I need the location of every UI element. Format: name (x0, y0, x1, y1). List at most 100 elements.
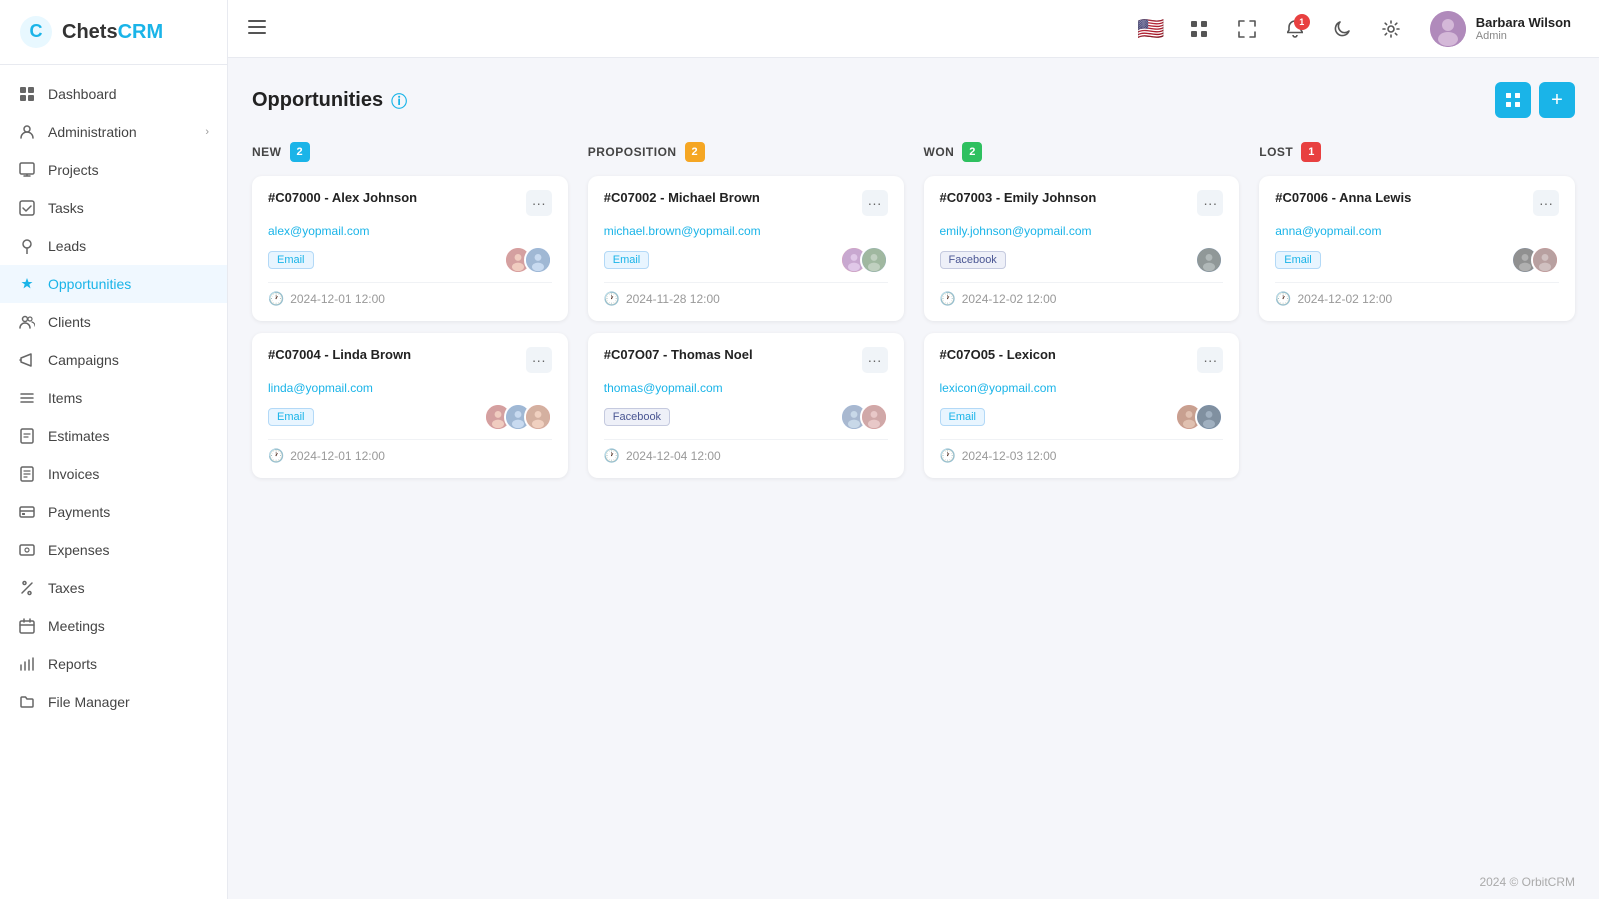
column-new: NEW 2 #C07000 - Alex Johnson ··· alex@yo… (252, 142, 568, 490)
card-menu-button[interactable]: ··· (1197, 190, 1223, 216)
card-tag: Email (604, 251, 650, 269)
column-proposition: PROPOSITION 2 #C07002 - Michael Brown ··… (588, 142, 904, 490)
sidebar: C ChetsCRM Dashboard Administration › Pr… (0, 0, 228, 899)
card-title: #C07006 - Anna Lewis (1275, 190, 1533, 205)
sidebar-item-file-manager-label: File Manager (48, 694, 209, 710)
language-selector[interactable]: 🇺🇸 (1134, 12, 1168, 46)
card-email[interactable]: lexicon@yopmail.com (940, 381, 1224, 395)
opportunity-card-c07005[interactable]: #C07O05 - Lexicon ··· lexicon@yopmail.co… (924, 333, 1240, 478)
card-avatars (1195, 246, 1223, 274)
sidebar-item-dashboard[interactable]: Dashboard (0, 75, 227, 113)
card-email[interactable]: alex@yopmail.com (268, 224, 552, 238)
opportunity-card-c07003[interactable]: #C07003 - Emily Johnson ··· emily.johnso… (924, 176, 1240, 321)
footer: 2024 © OrbitCRM (228, 865, 1599, 899)
sidebar-item-reports[interactable]: Reports (0, 645, 227, 683)
card-menu-button[interactable]: ··· (1533, 190, 1559, 216)
sidebar-item-projects[interactable]: Projects (0, 151, 227, 189)
card-date: 🕐 2024-12-04 12:00 (604, 448, 888, 464)
card-title: #C07003 - Emily Johnson (940, 190, 1198, 205)
card-menu-button[interactable]: ··· (862, 347, 888, 373)
card-date: 🕐 2024-12-01 12:00 (268, 291, 552, 307)
payments-icon (18, 503, 36, 521)
card-title: #C07002 - Michael Brown (604, 190, 862, 205)
card-avatars (840, 403, 888, 431)
opportunity-card-c07004[interactable]: #C07004 - Linda Brown ··· linda@yopmail.… (252, 333, 568, 478)
page-title-text: Opportunities (252, 89, 383, 112)
main: 🇺🇸 1 Barbara Wilson Admin (228, 0, 1599, 899)
card-email[interactable]: anna@yopmail.com (1275, 224, 1559, 238)
card-menu-button[interactable]: ··· (862, 190, 888, 216)
card-email[interactable]: emily.johnson@yopmail.com (940, 224, 1224, 238)
sidebar-item-file-manager[interactable]: File Manager (0, 683, 227, 721)
clock-icon: 🕐 (1275, 291, 1291, 307)
opportunity-card-c07006[interactable]: #C07006 - Anna Lewis ··· anna@yopmail.co… (1259, 176, 1575, 321)
card-tag: Email (268, 408, 314, 426)
tasks-icon (18, 199, 36, 217)
card-menu-button[interactable]: ··· (1197, 347, 1223, 373)
clock-icon: 🕐 (268, 448, 284, 464)
column-badge-lost: 1 (1301, 142, 1321, 162)
user-profile-button[interactable]: Barbara Wilson Admin (1422, 7, 1579, 51)
sidebar-item-administration[interactable]: Administration › (0, 113, 227, 151)
card-menu-button[interactable]: ··· (526, 347, 552, 373)
notifications-button[interactable]: 1 (1278, 12, 1312, 46)
apps-button[interactable] (1182, 12, 1216, 46)
column-badge-proposition: 2 (685, 142, 705, 162)
avatar (860, 246, 888, 274)
sidebar-item-tasks[interactable]: Tasks (0, 189, 227, 227)
user-role: Admin (1476, 30, 1571, 42)
sidebar-item-leads[interactable]: Leads (0, 227, 227, 265)
sidebar-item-invoices[interactable]: Invoices (0, 455, 227, 493)
sidebar-item-campaigns-label: Campaigns (48, 352, 209, 368)
add-opportunity-button[interactable]: + (1539, 82, 1575, 118)
dark-mode-button[interactable] (1326, 12, 1360, 46)
sidebar-item-invoices-label: Invoices (48, 466, 209, 482)
card-menu-button[interactable]: ··· (526, 190, 552, 216)
card-date: 🕐 2024-12-02 12:00 (1275, 291, 1559, 307)
sidebar-item-items[interactable]: Items (0, 379, 227, 417)
sidebar-item-opportunities[interactable]: Opportunities (0, 265, 227, 303)
sidebar-item-items-label: Items (48, 390, 209, 406)
clients-icon (18, 313, 36, 331)
sidebar-item-clients[interactable]: Clients (0, 303, 227, 341)
opportunity-card-c07007[interactable]: #C07O07 - Thomas Noel ··· thomas@yopmail… (588, 333, 904, 478)
sidebar-item-payments[interactable]: Payments (0, 493, 227, 531)
reports-icon (18, 655, 36, 673)
card-date: 🕐 2024-12-03 12:00 (940, 448, 1224, 464)
sidebar-item-taxes[interactable]: Taxes (0, 569, 227, 607)
sidebar-item-expenses[interactable]: Expenses (0, 531, 227, 569)
flag-icon: 🇺🇸 (1137, 16, 1164, 42)
opportunity-card-c07002[interactable]: #C07002 - Michael Brown ··· michael.brow… (588, 176, 904, 321)
sidebar-item-leads-label: Leads (48, 238, 209, 254)
sidebar-item-campaigns[interactable]: Campaigns (0, 341, 227, 379)
card-date: 🕐 2024-12-01 12:00 (268, 448, 552, 464)
card-avatars (840, 246, 888, 274)
grid-view-button[interactable] (1495, 82, 1531, 118)
menu-toggle-button[interactable] (248, 18, 266, 39)
card-email[interactable]: linda@yopmail.com (268, 381, 552, 395)
file-manager-icon (18, 693, 36, 711)
sidebar-item-meetings[interactable]: Meetings (0, 607, 227, 645)
logo[interactable]: C ChetsCRM (0, 0, 227, 65)
card-email[interactable]: thomas@yopmail.com (604, 381, 888, 395)
svg-text:C: C (30, 21, 43, 41)
card-title: #C07000 - Alex Johnson (268, 190, 526, 205)
sidebar-item-meetings-label: Meetings (48, 618, 209, 634)
avatar (524, 403, 552, 431)
settings-button[interactable] (1374, 12, 1408, 46)
admin-icon (18, 123, 36, 141)
column-title-proposition: PROPOSITION (588, 145, 677, 159)
clock-icon: 🕐 (940, 291, 956, 307)
avatar (860, 403, 888, 431)
card-title: #C07O05 - Lexicon (940, 347, 1198, 362)
opportunity-card-c07000[interactable]: #C07000 - Alex Johnson ··· alex@yopmail.… (252, 176, 568, 321)
fullscreen-button[interactable] (1230, 12, 1264, 46)
info-icon[interactable]: ⓘ (391, 88, 407, 112)
column-badge-won: 2 (962, 142, 982, 162)
card-email[interactable]: michael.brown@yopmail.com (604, 224, 888, 238)
sidebar-item-estimates-label: Estimates (48, 428, 209, 444)
card-tag: Email (1275, 251, 1321, 269)
sidebar-item-estimates[interactable]: Estimates (0, 417, 227, 455)
notification-count: 1 (1294, 14, 1310, 30)
sidebar-item-reports-label: Reports (48, 656, 209, 672)
